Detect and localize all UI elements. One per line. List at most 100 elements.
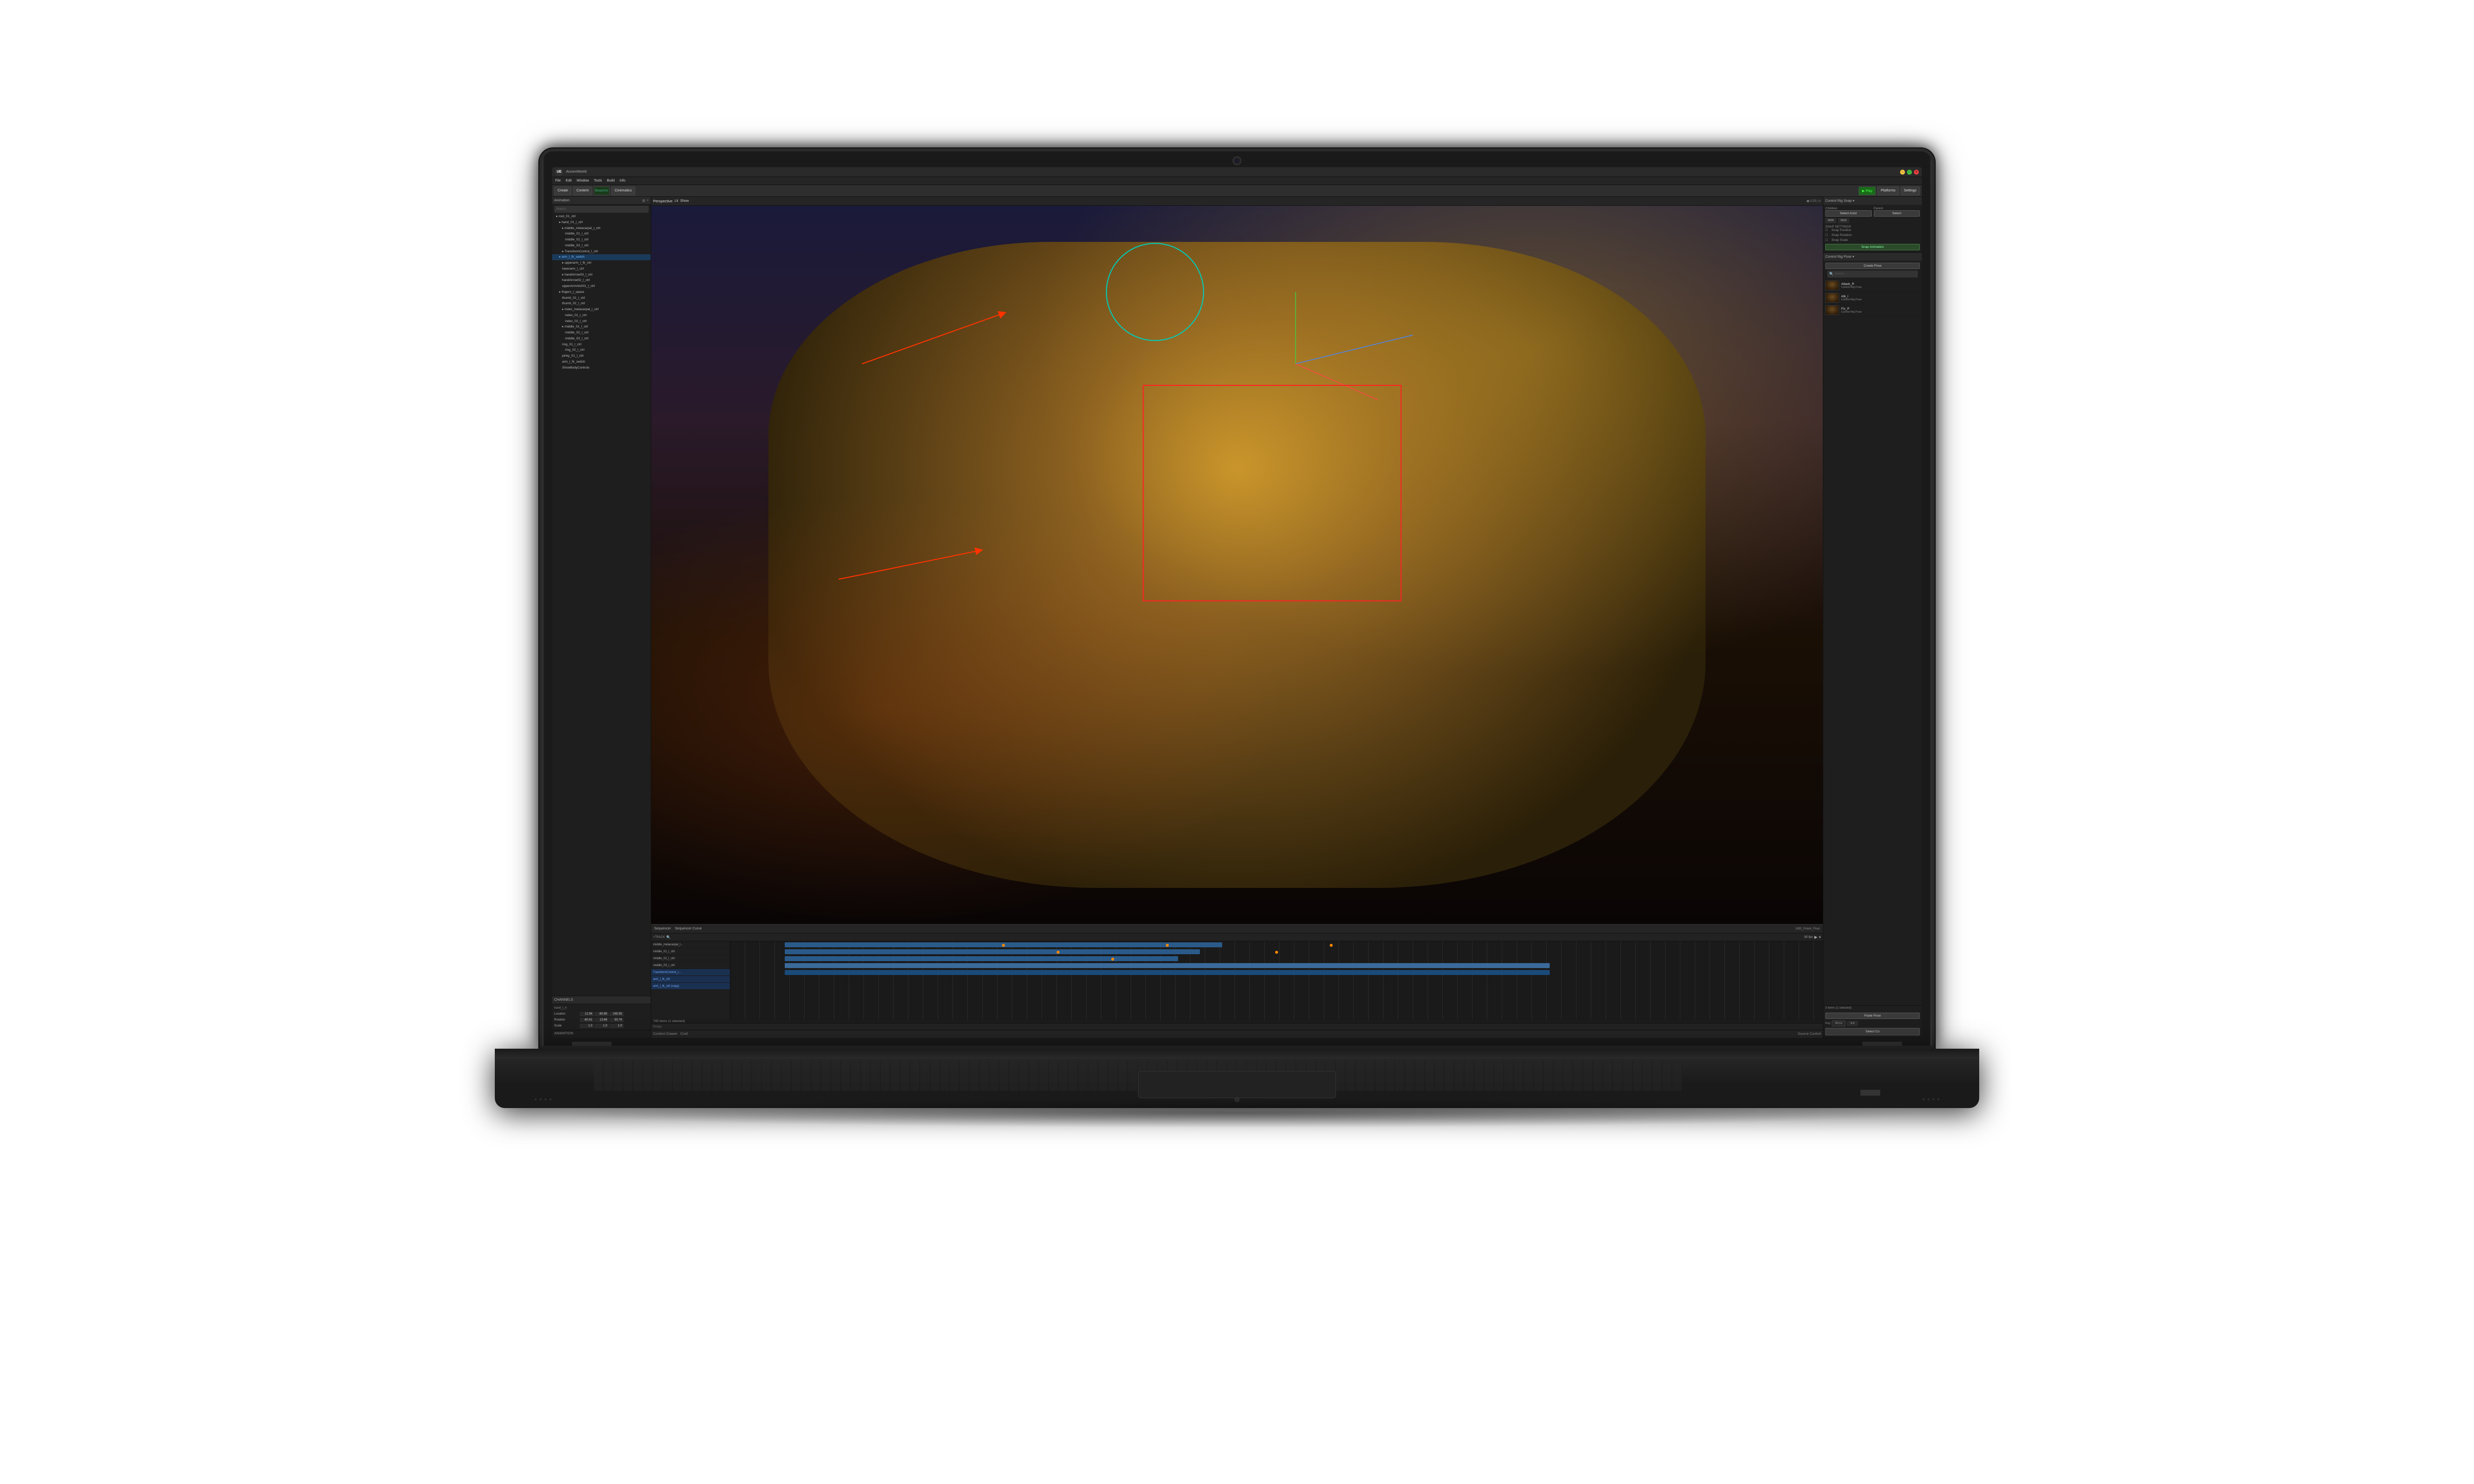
select-actor-button[interactable]: Select Actor bbox=[1825, 210, 1872, 217]
loc-x-input[interactable]: 12.94 bbox=[580, 1012, 594, 1016]
pose-search[interactable]: 🔍 Search... bbox=[1827, 271, 1918, 278]
tree-item[interactable]: ▸ handArrow03_l_ctrl bbox=[552, 272, 651, 278]
tree-item[interactable]: index_01_l_ctrl bbox=[552, 313, 651, 319]
tree-item[interactable]: upperArmAtch01_l_ctrl bbox=[552, 283, 651, 289]
mirror-button[interactable]: Mirror bbox=[1832, 1020, 1846, 1026]
loc-y-input[interactable]: -80.65 bbox=[595, 1012, 609, 1016]
create-pose-button[interactable]: Create Pose bbox=[1825, 263, 1920, 269]
menu-info[interactable]: Info bbox=[619, 179, 625, 183]
tree-item[interactable]: arm_l_fk_switch bbox=[552, 359, 651, 365]
cmd-label[interactable]: Cmd bbox=[680, 1032, 688, 1036]
timeline-tool-track[interactable]: +TRACK bbox=[653, 936, 665, 939]
create-button[interactable]: Create bbox=[554, 186, 571, 195]
menu-build[interactable]: Build bbox=[607, 179, 615, 183]
sequencer-label[interactable]: Sequencer bbox=[654, 927, 671, 930]
maximize-button[interactable]: □ bbox=[1907, 170, 1912, 175]
tree-item[interactable]: ▸ middle_metacarpal_l_ctrl bbox=[552, 226, 651, 232]
tree-item[interactable]: middle_02_l_ctrl bbox=[552, 237, 651, 243]
settings-button[interactable]: Settings bbox=[1901, 186, 1920, 195]
left-panel-title: Animation bbox=[554, 199, 570, 202]
snap-animation-button[interactable]: Snap Animation bbox=[1825, 244, 1920, 250]
tree-item[interactable]: ▸ root_01_ctrl bbox=[552, 214, 651, 220]
source-control-label[interactable]: Source Control bbox=[1798, 1032, 1821, 1036]
track-label-selected[interactable]: TransformControl_l... bbox=[651, 969, 730, 976]
tree-item[interactable]: ▸ upperarm_l_fk_ctrl bbox=[552, 260, 651, 266]
pause-icon[interactable]: ⏸ bbox=[1819, 935, 1821, 940]
select-co-button[interactable]: Select Co bbox=[1825, 1028, 1920, 1035]
menu-window[interactable]: Window bbox=[576, 179, 589, 183]
content-drawer[interactable]: Content Drawer Cmd Source Control bbox=[651, 1030, 1823, 1038]
main-area: Animation ⊞ + Search... ▸ root_01_ctrl bbox=[552, 197, 1922, 1038]
tree-item[interactable]: thumb_02_l_ctrl bbox=[552, 301, 651, 307]
track-label[interactable]: middle_01_l_ctrl bbox=[651, 948, 730, 955]
tree-item[interactable]: ▸ fingers_l_space bbox=[552, 289, 651, 295]
track-label-arm-copy[interactable]: arm_l_fk_ctrl (copy) bbox=[651, 983, 730, 990]
track-label[interactable]: middle_03_l_ctrl bbox=[651, 962, 730, 969]
scale-x-input[interactable]: 1.0 bbox=[580, 1024, 594, 1028]
add-icon[interactable]: + bbox=[647, 199, 649, 203]
sequencer-curve-label[interactable]: Sequencer Curve bbox=[675, 927, 702, 930]
cinematics-button[interactable]: Cinematics bbox=[611, 186, 635, 195]
close-button[interactable]: ✕ bbox=[1914, 170, 1919, 175]
paste-pose-button[interactable]: Paste Pose bbox=[1825, 1013, 1920, 1019]
snap-rot-checkbox[interactable]: ☐ bbox=[1825, 233, 1828, 237]
child-value-input[interactable]: 0000 bbox=[1825, 218, 1836, 223]
content-button[interactable]: Content bbox=[573, 186, 592, 195]
rot-z-input[interactable]: 50.74 bbox=[610, 1018, 623, 1022]
rot-y-input[interactable]: 13.66 bbox=[595, 1018, 609, 1022]
tree-item[interactable]: index_02_l_ctrl bbox=[552, 319, 651, 325]
tree-item[interactable]: handArrow02_l_ctrl bbox=[552, 278, 651, 283]
blueprints-button[interactable]: Blueprints bbox=[594, 186, 610, 195]
rot-x-input[interactable]: -80.61 bbox=[580, 1018, 594, 1022]
children-parent-row: Children Select Actor Parent Select bbox=[1825, 207, 1920, 217]
menu-file[interactable]: File bbox=[555, 179, 561, 183]
tree-item[interactable]: middle_01_l_ctrl bbox=[552, 231, 651, 237]
timeline-search-icon[interactable]: 🔍 bbox=[666, 935, 671, 939]
key-value[interactable]: 0.0 bbox=[1847, 1021, 1858, 1026]
tree-item[interactable]: middle_03_l_ctrl bbox=[552, 336, 651, 342]
parent-value-input[interactable]: 0016 bbox=[1838, 218, 1849, 223]
tree-item-selected[interactable]: ▸ arm_l_fk_switch bbox=[552, 254, 651, 260]
pose-item-attack-r[interactable]: Attack_R Control Rig Pose bbox=[1823, 279, 1922, 292]
snap-scale-checkbox[interactable]: ☐ bbox=[1825, 238, 1828, 242]
tree-item[interactable]: ▸ hand_01_l_ctrl bbox=[552, 220, 651, 226]
tree-item[interactable]: ▸ index_metacarpal_l_ctrl bbox=[552, 307, 651, 313]
tree-item[interactable]: middle_02_l_ctrl bbox=[552, 330, 651, 336]
scale-z-input[interactable]: 1.0 bbox=[610, 1024, 623, 1028]
loc-z-input[interactable]: 245.55 bbox=[610, 1012, 623, 1016]
keyframe-bar bbox=[785, 949, 1200, 954]
snap-pos-checkbox[interactable]: ☐ bbox=[1825, 229, 1828, 232]
track-label-arm[interactable]: arm_l_fk_ctrl bbox=[651, 976, 730, 983]
pose-item-fix-p[interactable]: Fix_P Control Rig Pose bbox=[1823, 304, 1922, 317]
tree-item[interactable]: ▸ TransformControl_l_ctrl bbox=[552, 249, 651, 255]
play-button[interactable]: ▶ Play bbox=[1858, 186, 1876, 195]
control-rig-snap-header[interactable]: Control Rig Snap ▾ bbox=[1823, 197, 1922, 205]
pose-header[interactable]: Control Rig Pose ▾ bbox=[1823, 253, 1922, 261]
content-drawer-label[interactable]: Content Drawer bbox=[653, 1032, 677, 1036]
lit-label[interactable]: Lit bbox=[674, 199, 678, 203]
tree-item[interactable]: thumb_01_l_ctrl bbox=[552, 295, 651, 301]
minimize-button[interactable]: – bbox=[1900, 170, 1905, 175]
tree-item[interactable]: ring_02_l_ctrl bbox=[552, 347, 651, 353]
tree-item[interactable]: ▸ middle_01_l_ctrl bbox=[552, 324, 651, 330]
hierarchy-search[interactable]: Search... bbox=[554, 206, 649, 213]
tree-item[interactable]: middle_03_l_ctrl bbox=[552, 243, 651, 249]
perspective-label[interactable]: Perspective bbox=[653, 199, 672, 203]
tree-item[interactable]: ShowBodyControls bbox=[552, 365, 651, 371]
left-panel-header: Animation ⊞ + bbox=[552, 197, 651, 205]
scale-y-input[interactable]: 1.0 bbox=[595, 1024, 609, 1028]
platforms-button[interactable]: Platforms bbox=[1877, 186, 1899, 195]
track-label[interactable]: middle_02_l_ctrl bbox=[651, 955, 730, 962]
filter-icon[interactable]: ⊞ bbox=[642, 199, 645, 203]
tree-item[interactable]: pinky_01_l_ctrl bbox=[552, 353, 651, 359]
show-label[interactable]: Show bbox=[680, 199, 689, 203]
pose-item-atk-l[interactable]: Atk_l Control Rig Pose bbox=[1823, 292, 1922, 304]
track-label[interactable]: middle_metacarpal_l... bbox=[651, 941, 730, 948]
tree-list: ▸ root_01_ctrl ▸ hand_01_l_ctrl ▸ middle… bbox=[552, 214, 651, 996]
parent-select-button[interactable]: Select bbox=[1874, 210, 1920, 217]
menu-tools[interactable]: Tools bbox=[594, 179, 602, 183]
play-icon[interactable]: ▶ bbox=[1814, 935, 1817, 939]
tree-item[interactable]: lowerarm_l_ctrl bbox=[552, 266, 651, 272]
menu-edit[interactable]: Edit bbox=[566, 179, 571, 183]
tree-item[interactable]: ring_01_l_ctrl bbox=[552, 342, 651, 348]
